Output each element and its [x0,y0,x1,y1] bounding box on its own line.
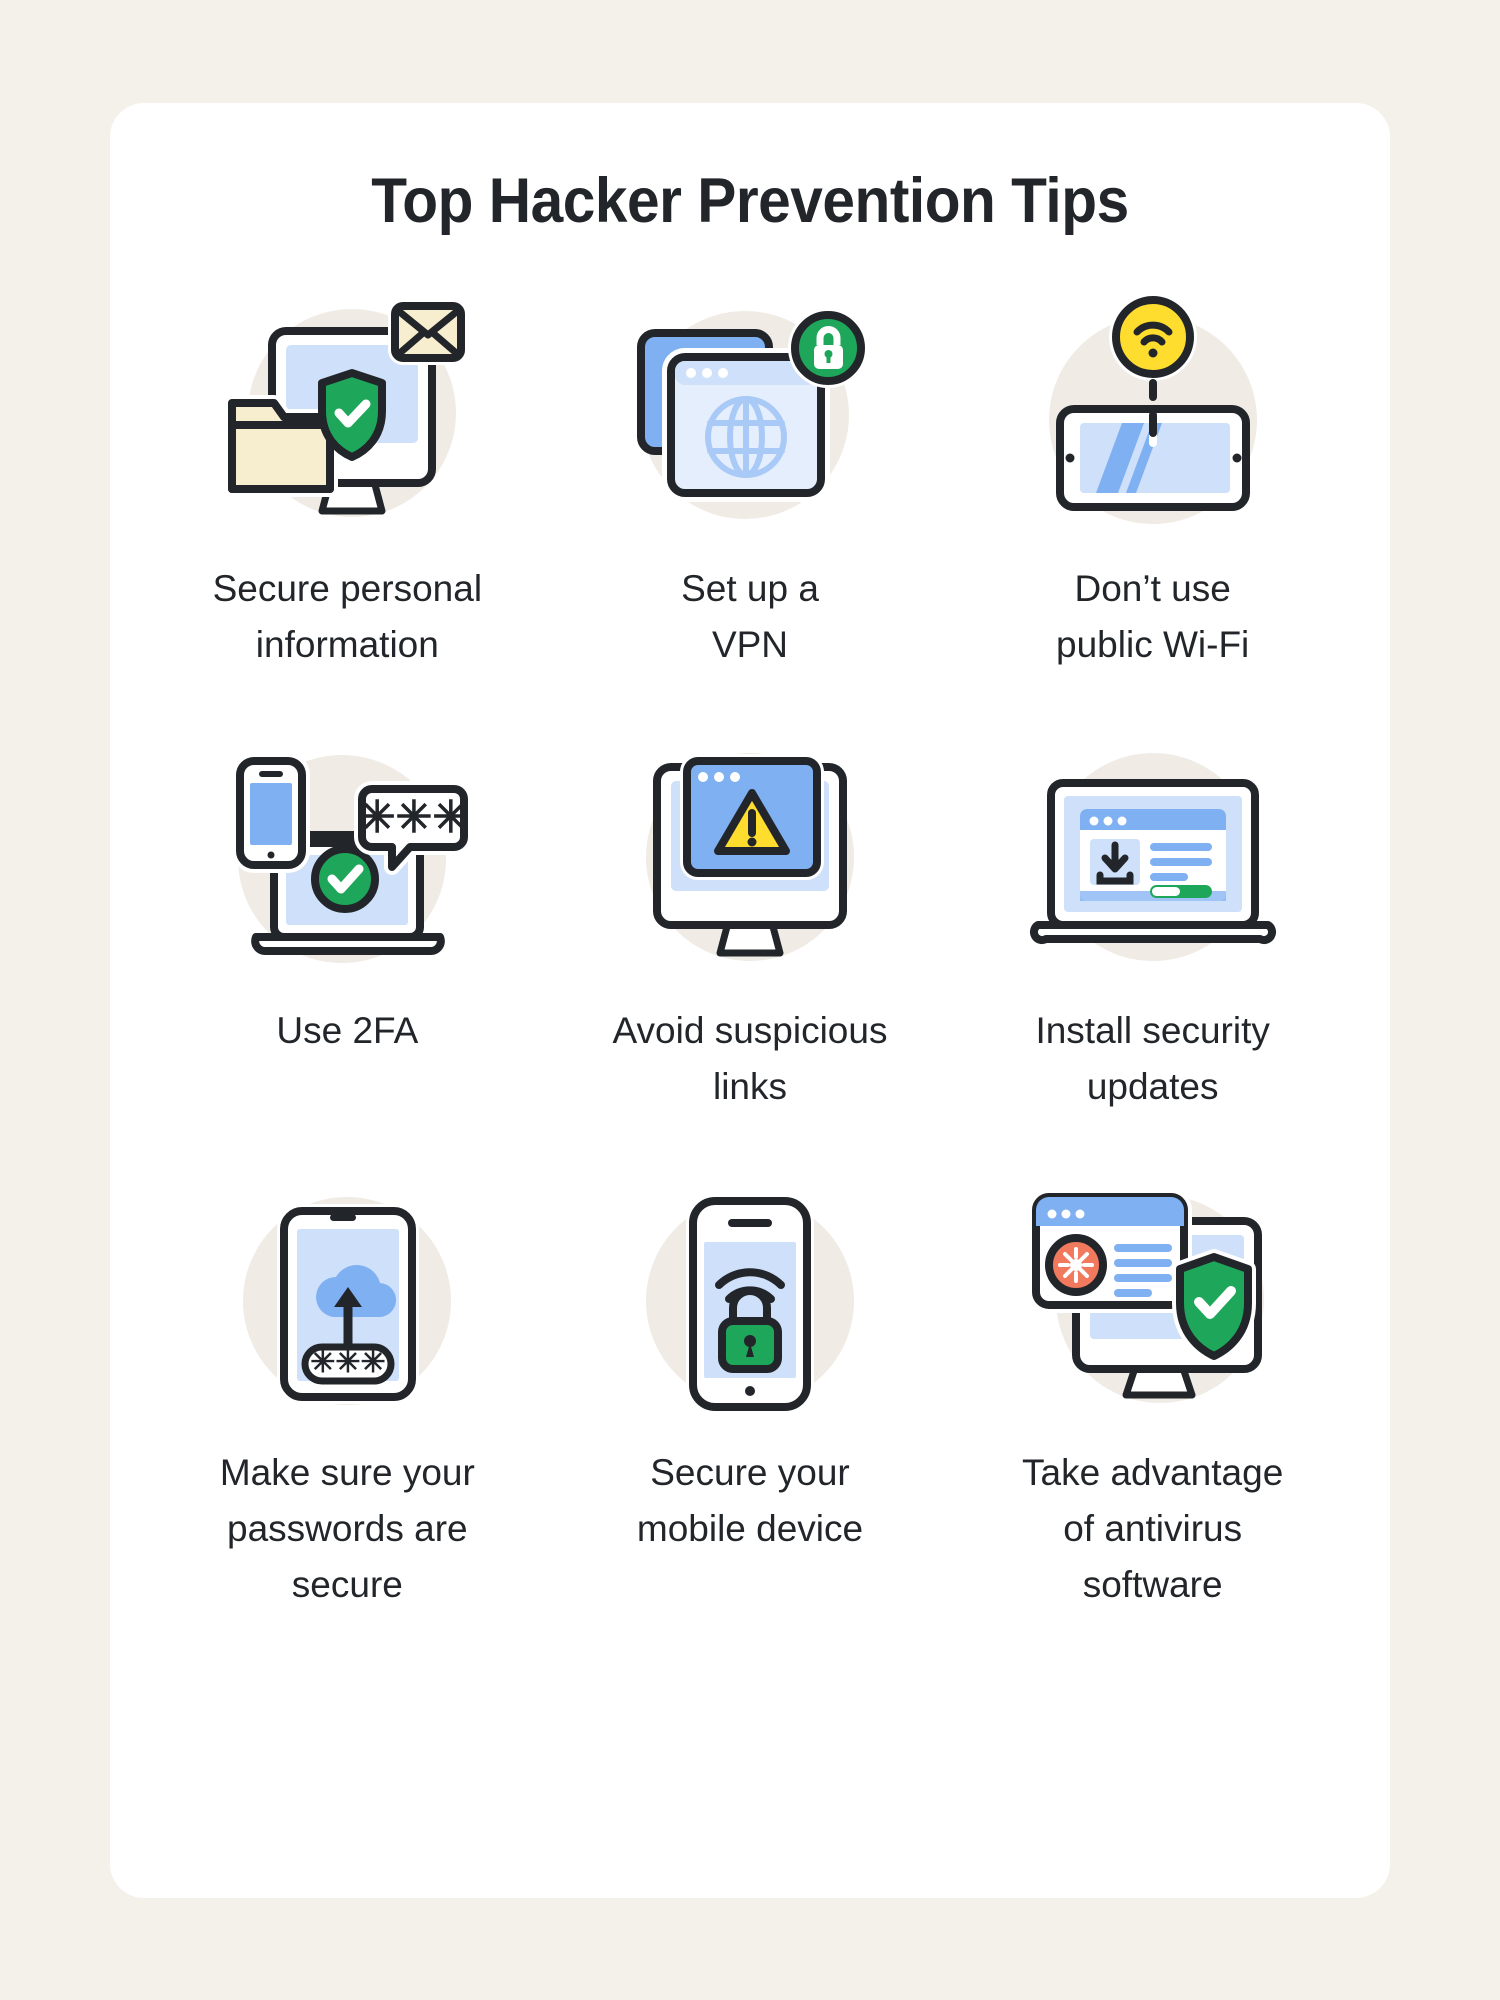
tip-take-advantage-of-antivirus-software: Take advantage of antivirus software [951,1169,1354,1613]
tip-label: Secure personal information [212,568,483,665]
tip-use-2fa: ✳✳✳ Use 2FA [146,727,549,1115]
svg-text:✳✳✳: ✳✳✳ [359,793,470,842]
tip-label: Avoid suspicious links [612,1010,888,1107]
tips-grid: Secure personal information Set up a VPN… [110,285,1390,1613]
tip-label: Make sure your passwords are secure [219,1452,475,1605]
tip-label: Use 2FA [276,1010,419,1051]
monitor-folder-shield-mail-icon [212,285,482,555]
tip-dont-use-public-wifi: Don’t use public Wi-Fi [951,285,1354,673]
browser-windows-globe-lock-icon [615,285,885,555]
monitor-virus-scan-shield-icon [1018,1169,1288,1439]
tip-label: Install security updates [1035,1010,1270,1107]
tip-label: Set up a VPN [681,568,819,665]
svg-text:✳✳✳: ✳✳✳ [311,1346,386,1379]
tip-secure-personal-information: Secure personal information [146,285,549,673]
phone-wifi-padlock-icon [615,1169,885,1439]
phone-wifi-warning-icon [1018,285,1288,555]
monitor-warning-triangle-icon [615,727,885,997]
laptop-phone-checkmark-passcode-icon: ✳✳✳ [212,727,482,997]
laptop-download-progress-icon [1018,727,1288,997]
page-title: Top Hacker Prevention Tips [371,166,1129,236]
infographic-card: Top Hacker Prevention Tips Secure person… [110,103,1390,1898]
tip-install-security-updates: Install security updates [951,727,1354,1115]
tip-secure-your-mobile-device: Secure your mobile device [549,1169,952,1613]
tip-make-sure-passwords-secure: ✳✳✳ Make sure your passwords are secure [146,1169,549,1613]
tip-label: Secure your mobile device [636,1452,864,1549]
tip-avoid-suspicious-links: Avoid suspicious links [549,727,952,1115]
tip-label: Don’t use public Wi-Fi [1056,568,1250,665]
tip-label: Take advantage of antivirus software [1022,1452,1284,1605]
tablet-cloud-upload-password-icon: ✳✳✳ [212,1169,482,1439]
tip-set-up-a-vpn: Set up a VPN [549,285,952,673]
